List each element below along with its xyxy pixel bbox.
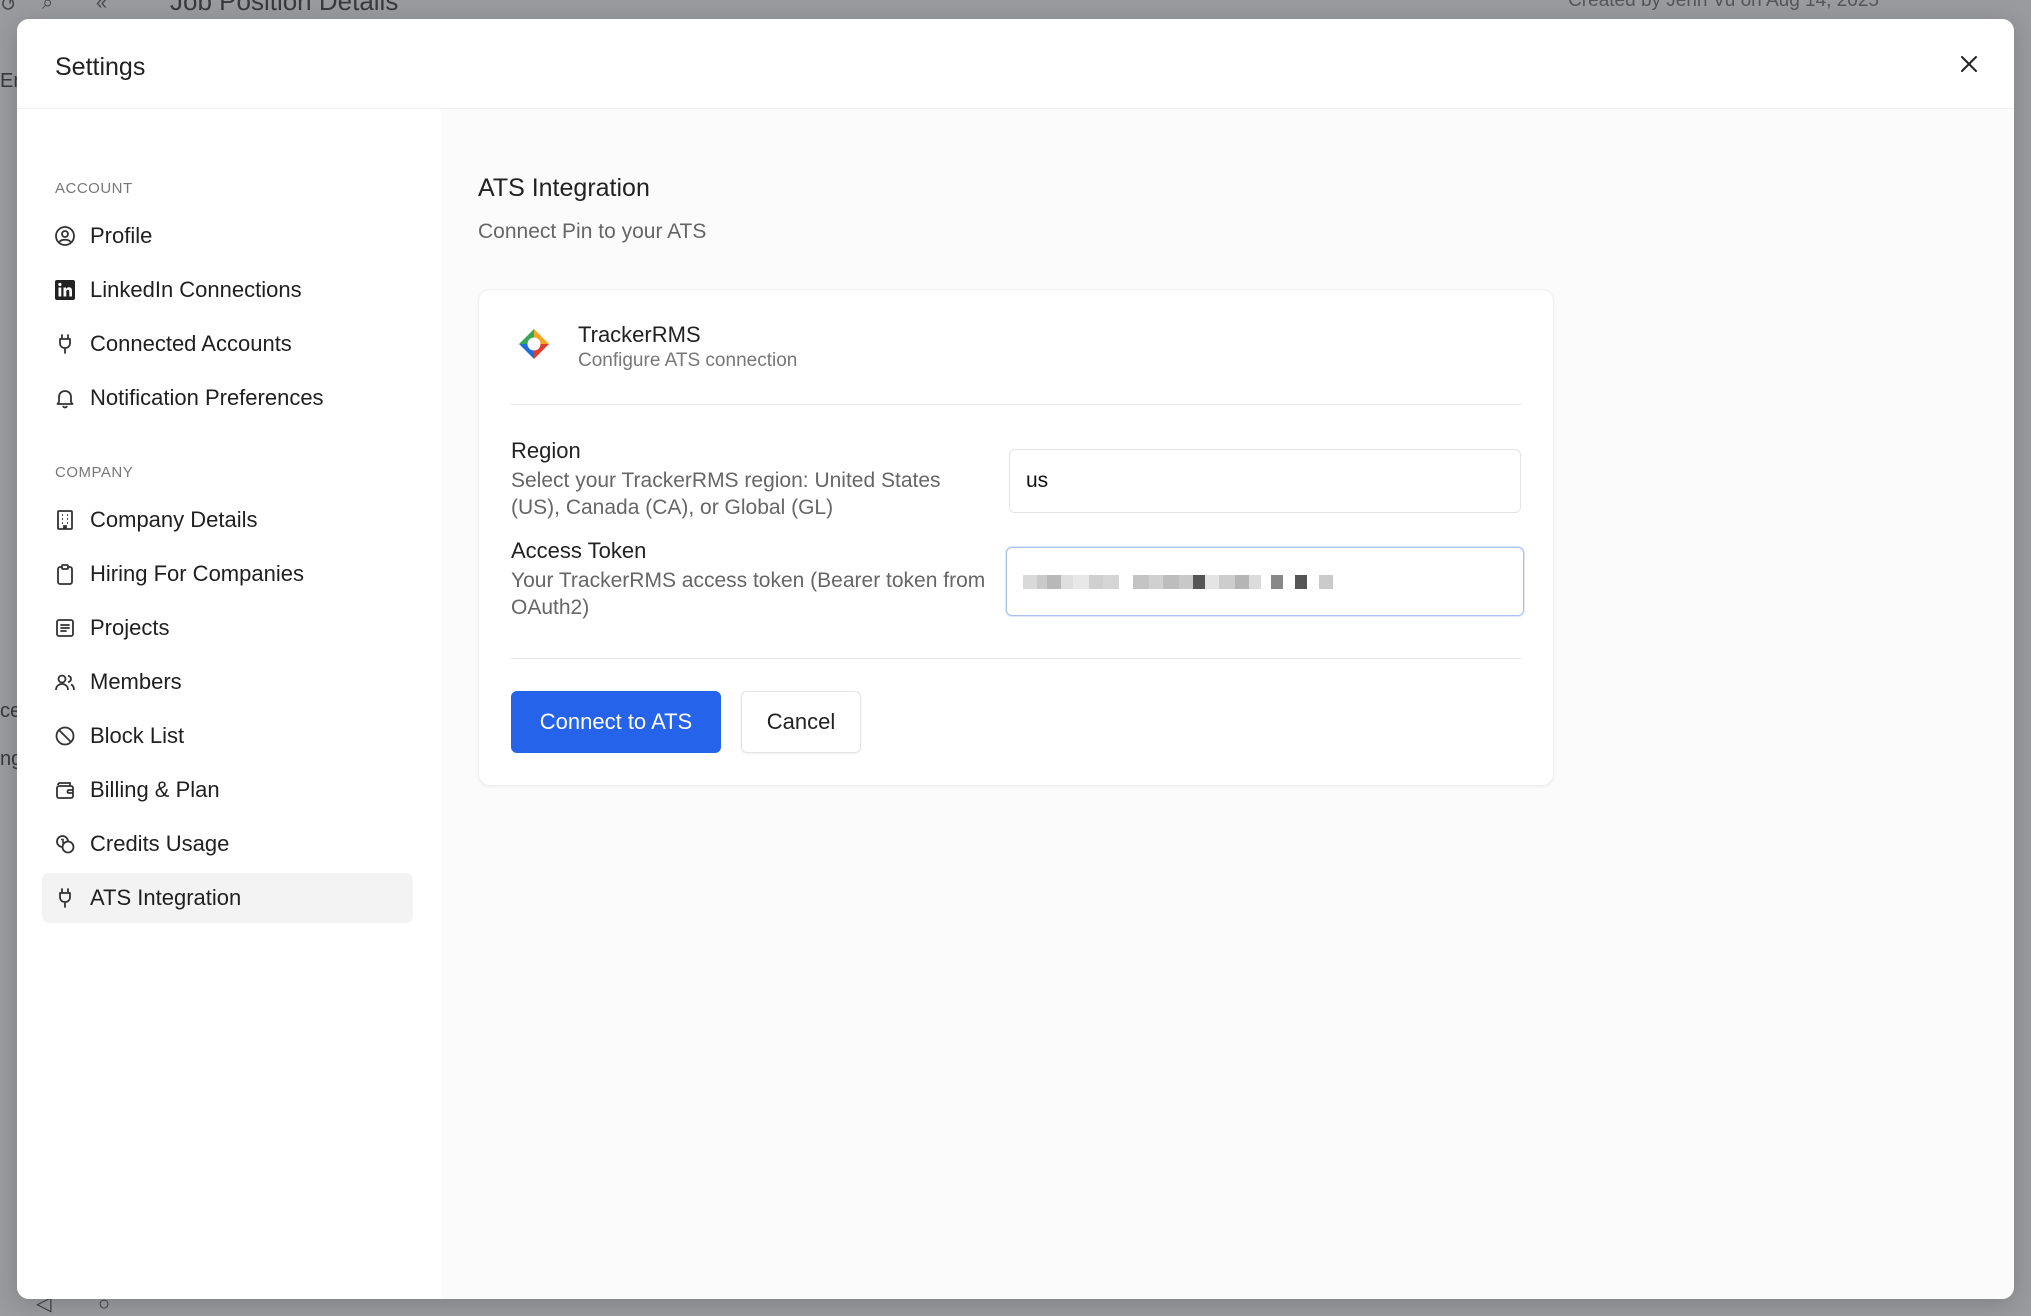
sidebar-item-label: Members xyxy=(90,669,182,694)
settings-sidebar: ACCOUNT Profile LinkedIn Connections Con… xyxy=(17,110,441,1299)
page-title: ATS Integration xyxy=(478,174,650,202)
sidebar-item-linkedin-connections[interactable]: LinkedIn Connections xyxy=(42,265,413,315)
close-button[interactable] xyxy=(1954,49,1984,79)
provider-name: TrackerRMS xyxy=(578,322,701,347)
sidebar-item-notification-preferences[interactable]: Notification Preferences xyxy=(42,373,413,423)
sidebar-item-label: ATS Integration xyxy=(90,885,242,910)
cancel-button[interactable]: Cancel xyxy=(741,691,861,753)
modal-title: Settings xyxy=(55,53,146,81)
sidebar-item-block-list[interactable]: Block List xyxy=(42,711,413,761)
sidebar-item-ats-integration[interactable]: ATS Integration xyxy=(42,873,413,923)
page-subtitle: Connect Pin to your ATS xyxy=(478,220,707,243)
users-icon xyxy=(54,671,76,693)
sidebar-item-label: Block List xyxy=(90,723,185,748)
settings-modal: Settings ACCOUNT Profile LinkedIn Connec… xyxy=(17,19,2014,1299)
sidebar-item-label: Billing & Plan xyxy=(90,777,220,802)
section-label-account: ACCOUNT xyxy=(55,180,133,197)
sidebar-item-label: Credits Usage xyxy=(90,831,230,856)
region-input[interactable]: us xyxy=(1009,449,1521,513)
sidebar-item-label: LinkedIn Connections xyxy=(90,277,302,302)
settings-content: ATS Integration Connect Pin to your ATS … xyxy=(441,110,2014,1299)
region-help: Select your TrackerRMS region: United St… xyxy=(511,469,941,519)
plug-icon xyxy=(54,887,76,909)
sidebar-item-connected-accounts[interactable]: Connected Accounts xyxy=(42,319,413,369)
access-token-help: Your TrackerRMS access token (Bearer tok… xyxy=(511,569,986,619)
list-icon xyxy=(54,617,76,639)
sidebar-item-profile[interactable]: Profile xyxy=(42,211,413,261)
sidebar-item-billing-plan[interactable]: Billing & Plan xyxy=(42,765,413,815)
card-divider xyxy=(511,658,1521,659)
bell-icon xyxy=(54,387,76,409)
sidebar-item-label: Profile xyxy=(90,223,153,248)
collapse-icon: « xyxy=(96,0,108,14)
sidebar-item-label: Projects xyxy=(90,615,170,640)
building-icon xyxy=(54,509,76,531)
ban-icon xyxy=(54,725,76,747)
search-icon: ⌕ xyxy=(42,0,54,14)
section-label-company: COMPANY xyxy=(55,464,134,481)
connect-to-ats-button[interactable]: Connect to ATS xyxy=(511,691,721,753)
provider-description: Configure ATS connection xyxy=(578,350,798,371)
back-icon: ↺ xyxy=(0,0,17,16)
wallet-icon xyxy=(54,779,76,801)
modal-header: Settings xyxy=(17,19,2014,109)
trackerrms-logo-icon xyxy=(519,329,549,359)
region-label: Region xyxy=(511,438,581,463)
sidebar-item-label: Hiring For Companies xyxy=(90,561,304,586)
region-value: us xyxy=(1026,469,1049,492)
ats-config-card: TrackerRMS Configure ATS connection Regi… xyxy=(478,289,1554,786)
access-token-label: Access Token xyxy=(511,538,647,563)
clipboard-icon xyxy=(54,563,76,585)
background-created-text: Created by Jenn Vu on Aug 14, 2025 xyxy=(1568,0,1879,11)
coins-icon xyxy=(54,833,76,855)
linkedin-icon xyxy=(54,279,76,301)
sidebar-item-label: Company Details xyxy=(90,507,258,532)
sidebar-item-label: Connected Accounts xyxy=(90,331,292,356)
card-divider xyxy=(511,404,1521,405)
sidebar-item-credits-usage[interactable]: Credits Usage xyxy=(42,819,413,869)
close-icon xyxy=(1961,56,1977,72)
plug-icon xyxy=(54,333,76,355)
sidebar-item-hiring-for-companies[interactable]: Hiring For Companies xyxy=(42,549,413,599)
background-page-title: Job Position Details xyxy=(170,0,399,16)
user-circle-icon xyxy=(54,225,76,247)
sidebar-item-company-details[interactable]: Company Details xyxy=(42,495,413,545)
sidebar-item-label: Notification Preferences xyxy=(90,385,324,410)
sidebar-item-members[interactable]: Members xyxy=(42,657,413,707)
access-token-redacted-value xyxy=(1023,571,1333,593)
sidebar-item-projects[interactable]: Projects xyxy=(42,603,413,653)
access-token-input[interactable] xyxy=(1006,547,1524,616)
